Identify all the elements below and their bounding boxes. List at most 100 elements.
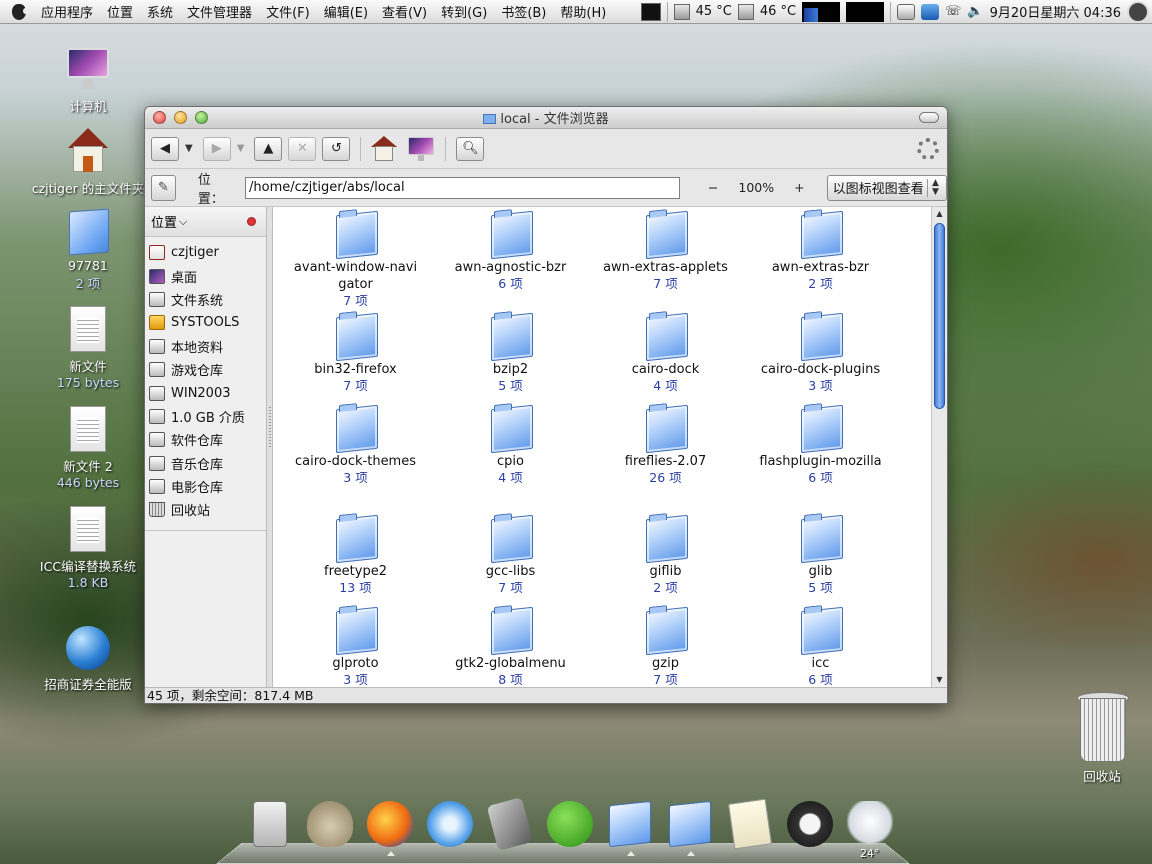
desktop-icon-97781[interactable]: 97781 2 项 xyxy=(28,208,148,292)
cpu-graph[interactable] xyxy=(802,1,841,22)
view-mode-select[interactable]: 以图标视图查看 ▲ ▼ xyxy=(826,174,947,201)
search-icon[interactable] xyxy=(1127,0,1149,23)
forward-history-dropdown[interactable]: ▼ xyxy=(237,143,245,154)
sidebar-item-media[interactable]: 1.0 GB 介质 xyxy=(145,405,266,428)
folder-item[interactable]: avant-window-navigator 7 项 xyxy=(278,211,433,313)
clock[interactable]: 9月20日星期六 04:36 xyxy=(990,2,1121,21)
stop-button[interactable]: ✕ xyxy=(288,136,317,161)
folder-item[interactable]: awn-extras-applets 7 项 xyxy=(588,211,743,313)
scroll-up-icon[interactable]: ▲ xyxy=(932,207,947,221)
dock-weather[interactable]: 24° xyxy=(840,796,900,860)
dock-notes[interactable] xyxy=(720,796,780,852)
drive-icon xyxy=(149,362,165,378)
dock-firefox[interactable] xyxy=(360,796,420,856)
menu-places[interactable]: 位置 xyxy=(100,2,140,21)
desktop-icon-trash[interactable]: 回收站 xyxy=(1042,692,1152,785)
desktop-icon-newfile[interactable]: 新文件 175 bytes xyxy=(28,306,148,390)
folder-item[interactable]: cpio 4 项 xyxy=(433,405,588,515)
forward-button[interactable]: ▶ xyxy=(202,136,231,161)
folder-item[interactable]: awn-extras-bzr 2 项 xyxy=(743,211,898,313)
close-sidebar-icon[interactable] xyxy=(247,217,256,226)
sidebar-item-home[interactable]: czjtiger xyxy=(145,241,266,264)
search-button[interactable]: 🔍︎ xyxy=(456,136,485,161)
dock-folder-2[interactable] xyxy=(660,796,720,856)
folder-item[interactable]: fireflies-2.07 26 项 xyxy=(588,405,743,515)
maximize-button[interactable] xyxy=(195,111,208,124)
menu-view[interactable]: 查看(V) xyxy=(375,2,434,21)
folder-item-count: 7 项 xyxy=(653,672,678,687)
dock-gimp[interactable] xyxy=(300,796,360,852)
up-button[interactable]: ▲ xyxy=(254,136,283,161)
sidebar-item-trash[interactable]: 回收站 xyxy=(145,498,266,521)
zoom-out-button[interactable]: − xyxy=(708,180,718,195)
folder-item[interactable]: gcc-libs 7 项 xyxy=(433,515,588,607)
dock-utorrent[interactable] xyxy=(540,796,600,852)
sidebar-item-music[interactable]: 音乐仓库 xyxy=(145,452,266,475)
toggle-path-entry-button[interactable]: ✎ xyxy=(151,174,176,201)
zoom-level[interactable]: 100% xyxy=(738,180,774,195)
vertical-scrollbar[interactable]: ▲ ▼ xyxy=(931,207,947,687)
menu-go[interactable]: 转到(G) xyxy=(434,2,494,21)
sidebar-item-software[interactable]: 软件仓库 xyxy=(145,428,266,451)
apple-menu-icon[interactable] xyxy=(8,1,30,23)
title-bar[interactable]: local - 文件浏览器 xyxy=(145,107,947,129)
printer-icon[interactable] xyxy=(897,3,916,20)
back-button[interactable]: ◀ xyxy=(151,136,179,161)
reload-button[interactable]: ↺ xyxy=(322,136,351,161)
sidebar-item-games[interactable]: 游戏仓库 xyxy=(145,358,266,381)
desktop-icon-zhaoshang[interactable]: 招商证券全能版 xyxy=(28,626,148,693)
location-input[interactable] xyxy=(245,176,680,199)
folder-item[interactable]: bzip2 5 项 xyxy=(433,313,588,405)
menu-file[interactable]: 文件(F) xyxy=(259,2,317,21)
menu-edit[interactable]: 编辑(E) xyxy=(317,2,375,21)
folder-item[interactable]: cairo-dock 4 项 xyxy=(588,313,743,405)
folder-item[interactable]: freetype2 13 项 xyxy=(278,515,433,607)
menu-bookmarks[interactable]: 书签(B) xyxy=(494,2,553,21)
folder-item[interactable]: gtk2-globalmenu 8 项 xyxy=(433,607,588,687)
dock-folder[interactable] xyxy=(600,796,660,856)
minimize-button[interactable] xyxy=(174,111,187,124)
net-graph[interactable] xyxy=(846,1,885,22)
zoom-in-button[interactable]: + xyxy=(794,180,804,195)
volume-icon[interactable]: 🔈 xyxy=(967,4,983,19)
close-button[interactable] xyxy=(153,111,166,124)
sidebar-item-local-data[interactable]: 本地资料 xyxy=(145,335,266,358)
sidebar-item-filesystem[interactable]: 文件系统 xyxy=(145,288,266,311)
sidebar-item-desktop[interactable]: 桌面 xyxy=(145,264,266,287)
scroll-down-icon[interactable]: ▼ xyxy=(932,673,947,687)
sidebar-item-systools[interactable]: SYSTOOLS xyxy=(145,311,266,334)
folder-item[interactable]: giflib 2 项 xyxy=(588,515,743,607)
menu-system[interactable]: 系统 xyxy=(140,2,180,21)
folder-item[interactable]: flashplugin-mozilla 6 项 xyxy=(743,405,898,515)
folder-item[interactable]: icc 6 项 xyxy=(743,607,898,687)
dock-video[interactable] xyxy=(480,796,540,852)
folder-item[interactable]: cairo-dock-plugins 3 项 xyxy=(743,313,898,405)
desktop-icon-computer[interactable]: 计算机 xyxy=(28,46,148,115)
desktop-icon-icc[interactable]: ICC编译替换系统 1.8 KB xyxy=(28,506,148,590)
folder-item[interactable]: awn-agnostic-bzr 6 项 xyxy=(433,211,588,313)
network-icon[interactable] xyxy=(921,3,940,20)
dock-calculator[interactable] xyxy=(240,796,300,852)
home-icon[interactable] xyxy=(371,135,398,162)
menu-help[interactable]: 帮助(H) xyxy=(553,2,613,21)
sidebar-header[interactable]: 位置 ⌵ xyxy=(145,207,266,237)
folder-item[interactable]: cairo-dock-themes 3 项 xyxy=(278,405,433,515)
menu-applications[interactable]: 应用程序 xyxy=(34,2,100,21)
folder-item[interactable]: gzip 7 项 xyxy=(588,607,743,687)
folder-item[interactable]: bin32-firefox 7 项 xyxy=(278,313,433,405)
sidebar-item-win2003[interactable]: WIN2003 xyxy=(145,381,266,404)
menu-file-manager[interactable]: 文件管理器 xyxy=(180,2,259,21)
phone-icon[interactable]: ☏ xyxy=(945,4,961,19)
folder-item[interactable]: glproto 3 项 xyxy=(278,607,433,687)
desktop-icon-home[interactable]: czjtiger 的主文件夹 xyxy=(28,128,148,197)
terminal-icon[interactable] xyxy=(640,2,661,21)
sidebar-item-movies[interactable]: 电影仓库 xyxy=(145,475,266,498)
desktop-icon-newfile-2[interactable]: 新文件 2 446 bytes xyxy=(28,406,148,490)
back-history-dropdown[interactable]: ▼ xyxy=(185,143,193,154)
computer-icon[interactable] xyxy=(407,136,435,161)
dock-power[interactable] xyxy=(780,796,840,852)
toolbar-toggle-button[interactable] xyxy=(919,112,939,123)
dock-itunes[interactable] xyxy=(420,796,480,852)
folder-item[interactable]: glib 5 项 xyxy=(743,515,898,607)
scrollbar-thumb[interactable] xyxy=(934,223,945,409)
